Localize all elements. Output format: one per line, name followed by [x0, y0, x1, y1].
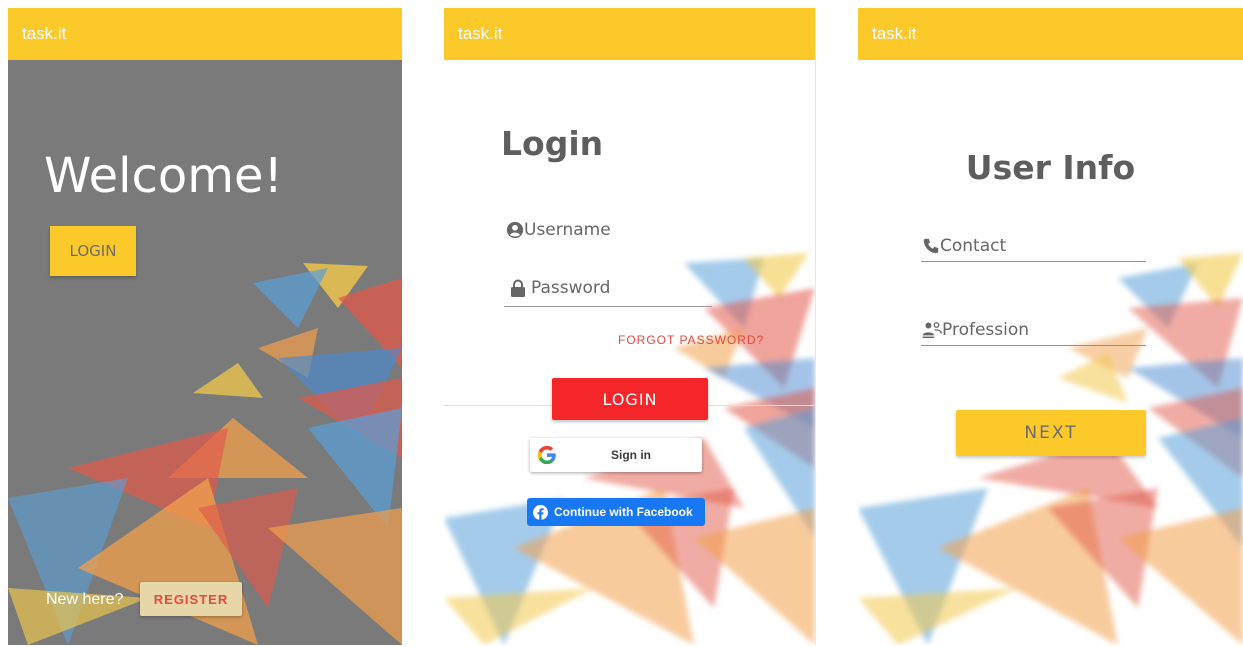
app-title: task.it — [872, 24, 917, 43]
google-signin-label: Sign in — [611, 448, 651, 462]
app-bar: task.it — [8, 8, 402, 60]
login-button[interactable]: LOGIN — [50, 226, 136, 276]
triangle-background — [8, 263, 402, 645]
password-label: Password — [531, 278, 611, 298]
triangle-background — [444, 253, 815, 645]
contact-field[interactable]: Contact — [922, 236, 1006, 256]
lock-icon — [510, 279, 526, 297]
contact-label: Contact — [940, 236, 1007, 256]
next-button[interactable]: NEXT — [956, 410, 1146, 456]
google-logo-icon — [536, 444, 558, 466]
app-title: task.it — [22, 24, 67, 43]
user-circle-icon — [506, 221, 524, 239]
triangle-background — [858, 253, 1243, 645]
user-info-screen: task.it User Info Contact Profession NEX… — [858, 8, 1243, 645]
new-here-text: New here? — [46, 591, 124, 608]
username-label: Username — [524, 220, 611, 240]
profession-underline — [921, 345, 1146, 346]
profession-label: Profession — [942, 320, 1030, 340]
contact-underline — [921, 261, 1146, 262]
app-bar: task.it — [444, 8, 815, 60]
phone-icon — [922, 237, 940, 255]
register-button[interactable]: REGISTER — [140, 582, 242, 616]
google-signin-button[interactable]: Sign in — [530, 438, 702, 472]
profession-field[interactable]: Profession — [922, 320, 1029, 340]
welcome-heading: Welcome! — [44, 148, 283, 204]
users-icon — [922, 321, 942, 339]
facebook-logo-icon — [533, 504, 548, 520]
login-submit-button[interactable]: LOGIN — [552, 378, 708, 420]
user-info-heading: User Info — [965, 148, 1136, 187]
welcome-screen: task.it Welcome! LOGIN New here? REGISTE… — [8, 8, 402, 645]
facebook-continue-button[interactable]: Continue with Facebook — [527, 498, 705, 526]
app-title: task.it — [458, 24, 503, 43]
password-underline — [504, 306, 712, 307]
password-field[interactable]: Password — [510, 278, 610, 298]
facebook-label: Continue with Facebook — [554, 505, 693, 519]
username-field[interactable]: Username — [506, 220, 611, 240]
login-screen: task.it Login Username Password FORGOT P… — [444, 8, 816, 645]
forgot-password-link[interactable]: FORGOT PASSWORD? — [618, 333, 764, 347]
app-bar: task.it — [858, 8, 1243, 60]
login-heading: Login — [501, 124, 604, 163]
